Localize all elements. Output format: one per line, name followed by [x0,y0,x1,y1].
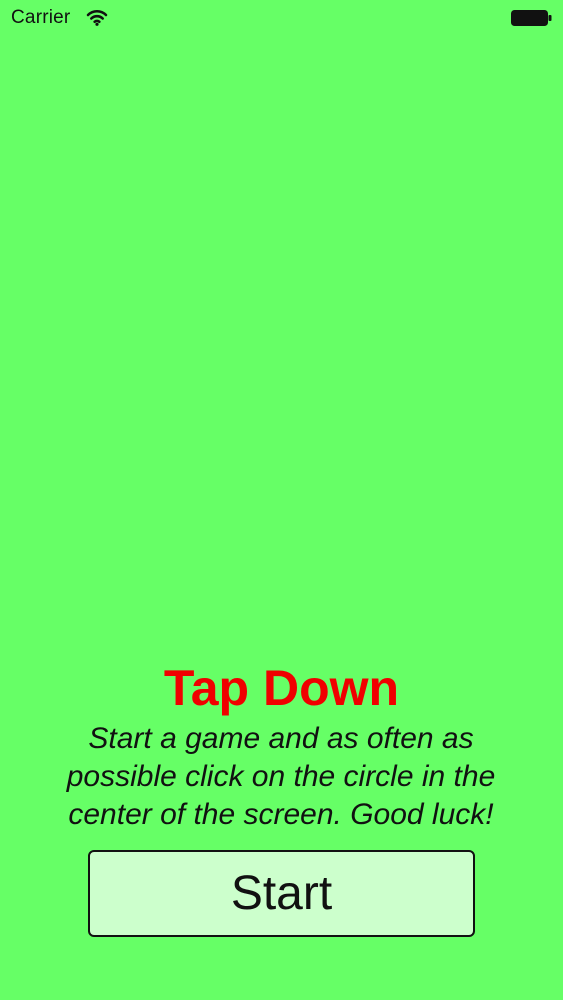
status-bar: Carrier [0,0,563,40]
carrier-label: Carrier [11,7,71,28]
start-button-label: Start [230,867,333,920]
start-button[interactable]: Start [88,850,475,937]
battery-icon [511,10,552,26]
game-description: Start a game and as often as possible cl… [66,722,496,831]
game-title: Tap Down [163,660,400,716]
game-screen: Carrier Tap Down Start a game and as oft… [0,0,563,1000]
wifi-icon [86,9,108,26]
